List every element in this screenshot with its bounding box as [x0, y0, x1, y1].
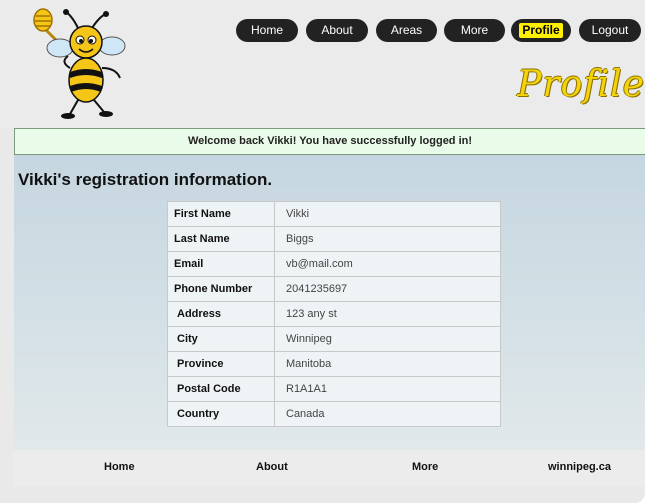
table-row: Phone Number 2041235697 — [167, 276, 501, 302]
table-row: Last Name Biggs — [167, 226, 501, 252]
table-row: Country Canada — [167, 401, 501, 427]
field-label: Last Name — [167, 226, 275, 252]
nav-profile-label: Profile — [519, 23, 563, 38]
table-row: Province Manitoba — [167, 351, 501, 377]
field-label: First Name — [167, 201, 275, 227]
nav-logout-button[interactable]: Logout — [579, 19, 641, 42]
nav-home-button[interactable]: Home — [236, 19, 298, 42]
field-label: Email — [167, 251, 275, 277]
page-frame: Home About Areas More Profile Logout Pro… — [0, 0, 645, 503]
field-label: Country — [167, 401, 275, 427]
footer-link-winnipeg[interactable]: winnipeg.ca — [548, 461, 611, 473]
field-value: R1A1A1 — [274, 376, 501, 402]
field-label: Postal Code — [167, 376, 275, 402]
table-row: First Name Vikki — [167, 201, 501, 227]
field-value: Canada — [274, 401, 501, 427]
table-row: City Winnipeg — [167, 326, 501, 352]
table-row: Email vb@mail.com — [167, 251, 501, 277]
welcome-banner: Welcome back Vikki! You have successfull… — [14, 128, 645, 155]
field-label: Province — [167, 351, 275, 377]
field-value: Manitoba — [274, 351, 501, 377]
field-label: Address — [167, 301, 275, 327]
field-value: vb@mail.com — [274, 251, 501, 277]
page-heading: Profile — [517, 64, 645, 105]
registration-table: First Name Vikki Last Name Biggs Email v… — [167, 201, 501, 427]
nav-areas-button[interactable]: Areas — [376, 19, 437, 42]
bee-logo[interactable] — [30, 6, 130, 122]
site-header: Home About Areas More Profile Logout Pro… — [0, 0, 645, 128]
footer-link-home[interactable]: Home — [104, 461, 135, 473]
nav-about-button[interactable]: About — [306, 19, 368, 42]
field-label: Phone Number — [167, 276, 275, 302]
site-footer: Home About More winnipeg.ca — [14, 450, 645, 486]
nav-more-button[interactable]: More — [444, 19, 505, 42]
table-row: Postal Code R1A1A1 — [167, 376, 501, 402]
field-value: Biggs — [274, 226, 501, 252]
field-value: Vikki — [274, 201, 501, 227]
table-row: Address 123 any st — [167, 301, 501, 327]
footer-link-about[interactable]: About — [256, 461, 288, 473]
field-label: City — [167, 326, 275, 352]
field-value: Winnipeg — [274, 326, 501, 352]
field-value: 2041235697 — [274, 276, 501, 302]
field-value: 123 any st — [274, 301, 501, 327]
nav-profile-button[interactable]: Profile — [511, 19, 571, 42]
footer-link-more[interactable]: More — [412, 461, 438, 473]
registration-title: Vikki's registration information. — [18, 170, 273, 189]
